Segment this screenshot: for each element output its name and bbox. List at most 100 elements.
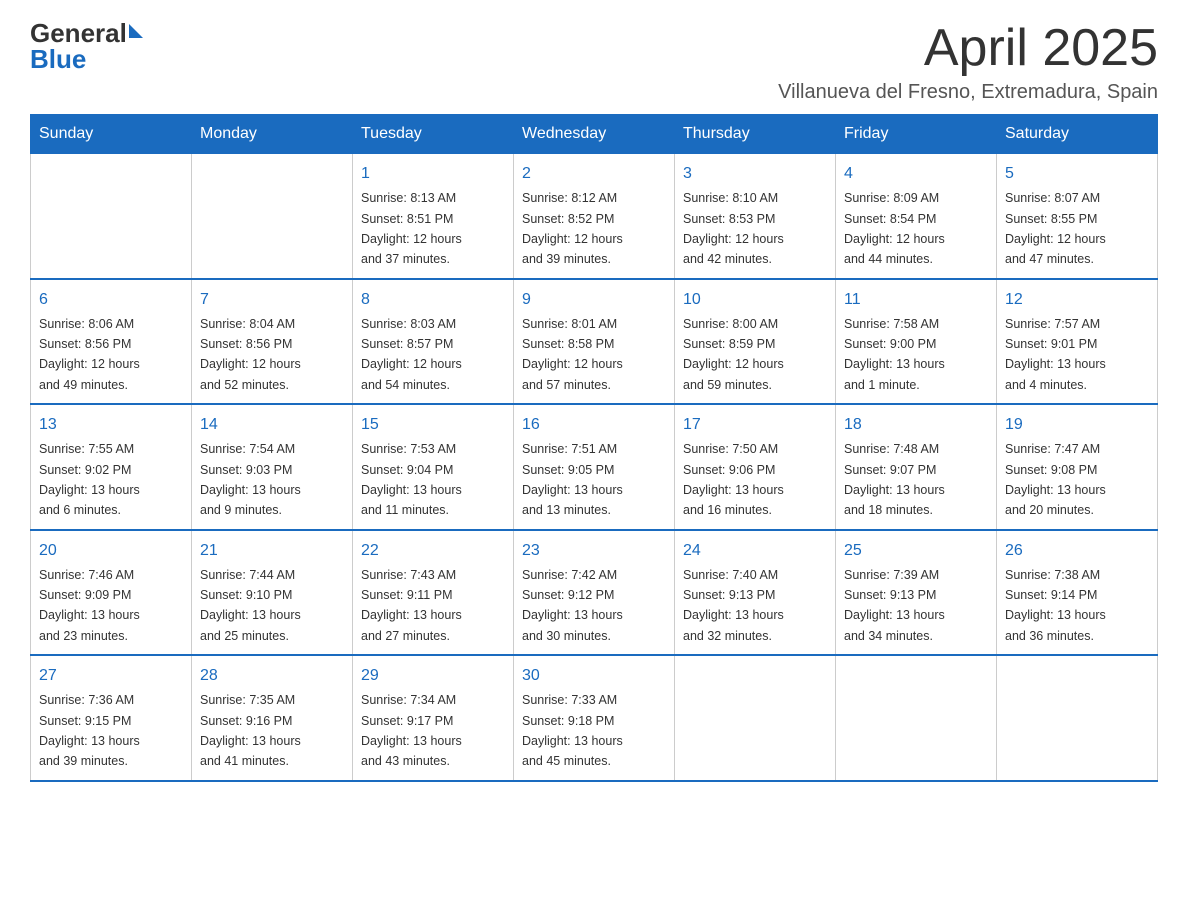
day-number: 9 <box>522 288 666 312</box>
week-row-5: 27 Sunrise: 7:36 AMSunset: 9:15 PMDayligh… <box>31 655 1158 781</box>
day-number: 28 <box>200 664 344 688</box>
day-cell: 19Sunrise: 7:47 AMSunset: 9:08 PMDayligh… <box>997 404 1158 530</box>
day-info: Sunrise: 7:35 AMSunset: 9:16 PMDaylight:… <box>200 693 301 768</box>
day-info: Sunrise: 8:01 AMSunset: 8:58 PMDaylight:… <box>522 317 623 392</box>
day-info: Sunrise: 8:09 AMSunset: 8:54 PMDaylight:… <box>844 191 945 266</box>
day-cell: 25 Sunrise: 7:39 AMSunset: 9:13 PMDayligh… <box>836 530 997 656</box>
day-info: Sunrise: 7:44 AMSunset: 9:10 PMDaylight:… <box>200 568 301 643</box>
day-number: 30 <box>522 664 666 688</box>
day-number: 7 <box>200 288 344 312</box>
day-number: 29 <box>361 664 505 688</box>
header-row: SundayMondayTuesdayWednesdayThursdayFrid… <box>31 115 1158 154</box>
day-number: 4 <box>844 162 988 186</box>
logo-blue-text: Blue <box>30 46 143 72</box>
logo: General Blue <box>30 20 143 72</box>
day-number: 22 <box>361 539 505 563</box>
day-info: Sunrise: 8:04 AMSunset: 8:56 PMDaylight:… <box>200 317 301 392</box>
day-number: 25 <box>844 539 988 563</box>
day-cell: 4 Sunrise: 8:09 AMSunset: 8:54 PMDaylight… <box>836 154 997 279</box>
day-number: 27 <box>39 664 183 688</box>
day-number: 18 <box>844 413 988 437</box>
day-number: 5 <box>1005 162 1149 186</box>
day-info: Sunrise: 7:43 AMSunset: 9:11 PMDaylight:… <box>361 568 462 643</box>
day-cell: 16Sunrise: 7:51 AMSunset: 9:05 PMDayligh… <box>514 404 675 530</box>
day-cell: 2 Sunrise: 8:12 AMSunset: 8:52 PMDaylight… <box>514 154 675 279</box>
day-number: 14 <box>200 413 344 437</box>
day-info: Sunrise: 7:36 AMSunset: 9:15 PMDaylight:… <box>39 693 140 768</box>
day-cell: 20 Sunrise: 7:46 AMSunset: 9:09 PMDayligh… <box>31 530 192 656</box>
day-info: Sunrise: 8:06 AMSunset: 8:56 PMDaylight:… <box>39 317 140 392</box>
day-cell <box>31 154 192 279</box>
column-header-tuesday: Tuesday <box>353 115 514 154</box>
day-cell: 15 Sunrise: 7:53 AMSunset: 9:04 PMDayligh… <box>353 404 514 530</box>
day-info: Sunrise: 7:48 AMSunset: 9:07 PMDaylight:… <box>844 442 945 517</box>
day-number: 20 <box>39 539 183 563</box>
day-number: 24 <box>683 539 827 563</box>
day-cell: 12Sunrise: 7:57 AMSunset: 9:01 PMDayligh… <box>997 279 1158 405</box>
day-info: Sunrise: 8:00 AMSunset: 8:59 PMDaylight:… <box>683 317 784 392</box>
day-cell: 28 Sunrise: 7:35 AMSunset: 9:16 PMDayligh… <box>192 655 353 781</box>
day-info: Sunrise: 7:38 AMSunset: 9:14 PMDaylight:… <box>1005 568 1106 643</box>
day-number: 1 <box>361 162 505 186</box>
day-cell: 29 Sunrise: 7:34 AMSunset: 9:17 PMDayligh… <box>353 655 514 781</box>
day-cell: 24Sunrise: 7:40 AMSunset: 9:13 PMDayligh… <box>675 530 836 656</box>
day-number: 12 <box>1005 288 1149 312</box>
day-cell <box>192 154 353 279</box>
day-cell: 6 Sunrise: 8:06 AMSunset: 8:56 PMDaylight… <box>31 279 192 405</box>
day-number: 8 <box>361 288 505 312</box>
day-info: Sunrise: 7:33 AMSunset: 9:18 PMDaylight:… <box>522 693 623 768</box>
day-cell: 11Sunrise: 7:58 AMSunset: 9:00 PMDayligh… <box>836 279 997 405</box>
column-header-saturday: Saturday <box>997 115 1158 154</box>
day-number: 2 <box>522 162 666 186</box>
day-info: Sunrise: 7:53 AMSunset: 9:04 PMDaylight:… <box>361 442 462 517</box>
day-info: Sunrise: 7:51 AMSunset: 9:05 PMDaylight:… <box>522 442 623 517</box>
day-info: Sunrise: 8:07 AMSunset: 8:55 PMDaylight:… <box>1005 191 1106 266</box>
day-number: 6 <box>39 288 183 312</box>
day-number: 3 <box>683 162 827 186</box>
day-number: 13 <box>39 413 183 437</box>
page-header: General Blue April 2025 Villanueva del F… <box>30 20 1158 104</box>
day-cell <box>997 655 1158 781</box>
day-info: Sunrise: 7:55 AMSunset: 9:02 PMDaylight:… <box>39 442 140 517</box>
day-info: Sunrise: 8:10 AMSunset: 8:53 PMDaylight:… <box>683 191 784 266</box>
day-cell: 23Sunrise: 7:42 AMSunset: 9:12 PMDayligh… <box>514 530 675 656</box>
day-cell: 21 Sunrise: 7:44 AMSunset: 9:10 PMDayligh… <box>192 530 353 656</box>
day-cell: 26 Sunrise: 7:38 AMSunset: 9:14 PMDayligh… <box>997 530 1158 656</box>
day-number: 10 <box>683 288 827 312</box>
day-cell: 8 Sunrise: 8:03 AMSunset: 8:57 PMDaylight… <box>353 279 514 405</box>
day-number: 19 <box>1005 413 1149 437</box>
day-cell: 1 Sunrise: 8:13 AMSunset: 8:51 PMDaylight… <box>353 154 514 279</box>
week-row-2: 6 Sunrise: 8:06 AMSunset: 8:56 PMDaylight… <box>31 279 1158 405</box>
logo-general-text: General <box>30 20 127 46</box>
calendar-table: SundayMondayTuesdayWednesdayThursdayFrid… <box>30 114 1158 782</box>
day-info: Sunrise: 7:34 AMSunset: 9:17 PMDaylight:… <box>361 693 462 768</box>
week-row-1: 1 Sunrise: 8:13 AMSunset: 8:51 PMDaylight… <box>31 154 1158 279</box>
week-row-4: 20 Sunrise: 7:46 AMSunset: 9:09 PMDayligh… <box>31 530 1158 656</box>
location-subtitle: Villanueva del Fresno, Extremadura, Spai… <box>778 81 1158 104</box>
title-section: April 2025 Villanueva del Fresno, Extrem… <box>778 20 1158 104</box>
week-row-3: 13 Sunrise: 7:55 AMSunset: 9:02 PMDayligh… <box>31 404 1158 530</box>
day-info: Sunrise: 7:42 AMSunset: 9:12 PMDaylight:… <box>522 568 623 643</box>
day-number: 15 <box>361 413 505 437</box>
day-info: Sunrise: 8:03 AMSunset: 8:57 PMDaylight:… <box>361 317 462 392</box>
day-cell: 17Sunrise: 7:50 AMSunset: 9:06 PMDayligh… <box>675 404 836 530</box>
logo-arrow-icon <box>129 24 143 38</box>
column-header-sunday: Sunday <box>31 115 192 154</box>
day-info: Sunrise: 7:46 AMSunset: 9:09 PMDaylight:… <box>39 568 140 643</box>
day-cell: 7 Sunrise: 8:04 AMSunset: 8:56 PMDaylight… <box>192 279 353 405</box>
day-cell <box>675 655 836 781</box>
month-title: April 2025 <box>778 20 1158 77</box>
day-info: Sunrise: 8:13 AMSunset: 8:51 PMDaylight:… <box>361 191 462 266</box>
column-header-thursday: Thursday <box>675 115 836 154</box>
column-header-monday: Monday <box>192 115 353 154</box>
day-cell: 27 Sunrise: 7:36 AMSunset: 9:15 PMDayligh… <box>31 655 192 781</box>
day-info: Sunrise: 7:50 AMSunset: 9:06 PMDaylight:… <box>683 442 784 517</box>
day-cell: 5 Sunrise: 8:07 AMSunset: 8:55 PMDaylight… <box>997 154 1158 279</box>
day-number: 21 <box>200 539 344 563</box>
day-cell: 10 Sunrise: 8:00 AMSunset: 8:59 PMDayligh… <box>675 279 836 405</box>
day-cell: 18 Sunrise: 7:48 AMSunset: 9:07 PMDayligh… <box>836 404 997 530</box>
day-info: Sunrise: 7:39 AMSunset: 9:13 PMDaylight:… <box>844 568 945 643</box>
day-info: Sunrise: 8:12 AMSunset: 8:52 PMDaylight:… <box>522 191 623 266</box>
day-number: 26 <box>1005 539 1149 563</box>
column-header-friday: Friday <box>836 115 997 154</box>
